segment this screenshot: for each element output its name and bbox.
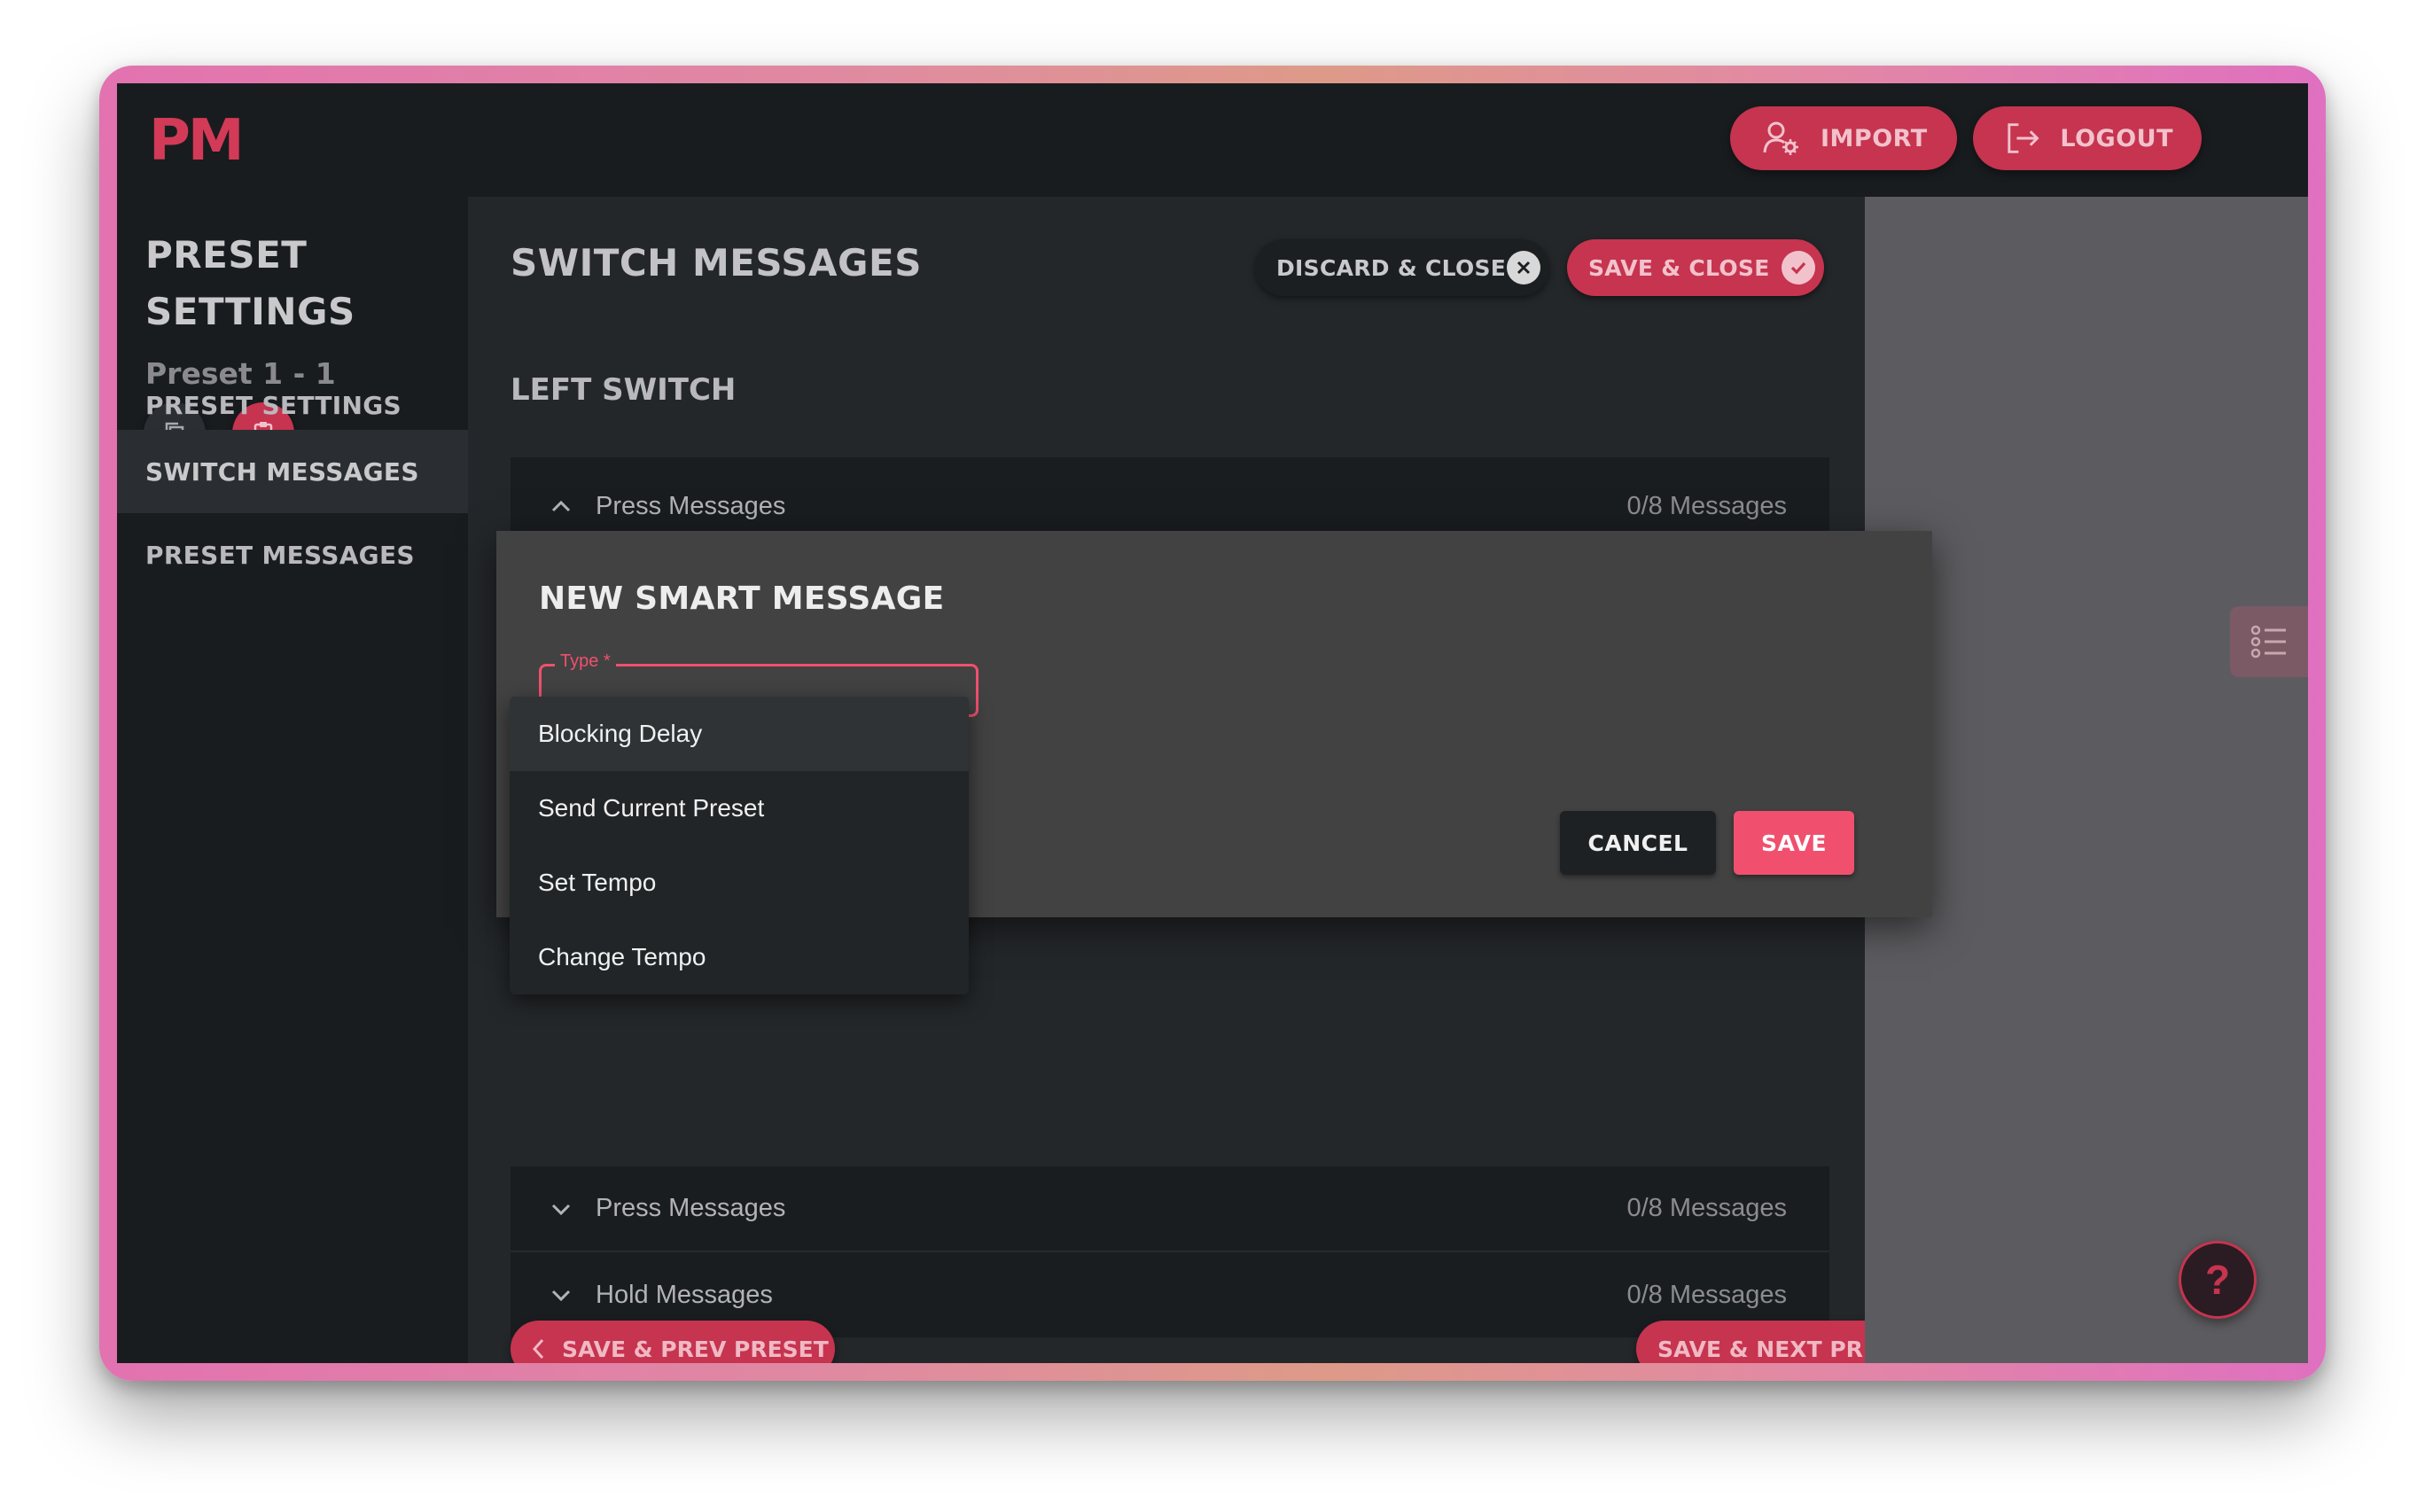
sidebar-title: PRESET SETTINGS: [145, 233, 355, 333]
user-settings-icon: [1763, 121, 1798, 155]
prev-label: SAVE & PREV PRESET: [562, 1336, 829, 1362]
right-hold-label: Hold Messages: [596, 1280, 773, 1309]
right-press-label: Press Messages: [596, 1194, 786, 1222]
top-bar: PM IMPORT LOGOUT: [117, 83, 2308, 197]
import-button[interactable]: IMPORT: [1730, 106, 1957, 170]
logout-icon: [2008, 123, 2039, 153]
menu-option-send-current-preset[interactable]: Send Current Preset: [510, 771, 969, 846]
menu-option-blocking-delay[interactable]: Blocking Delay: [510, 697, 969, 771]
chevron-down-icon: [550, 1197, 573, 1220]
right-hold-count: 0/8 Messages: [1626, 1280, 1787, 1309]
check-circle-icon: [1782, 251, 1815, 284]
help-button[interactable]: ?: [2179, 1241, 2257, 1319]
right-press-count: 0/8 Messages: [1626, 1194, 1787, 1222]
window-frame: PM IMPORT LOGOUT PRESET SETTINGS Preset …: [99, 66, 2326, 1381]
dialog-title: NEW SMART MESSAGE: [539, 581, 945, 617]
chevron-left-icon: [532, 1338, 544, 1360]
left-press-count: 0/8 Messages: [1626, 491, 1787, 520]
chevron-down-icon: [550, 1283, 573, 1306]
discard-label: DISCARD & CLOSE: [1276, 254, 1507, 281]
logout-button[interactable]: LOGOUT: [1973, 106, 2202, 170]
menu-option-set-tempo[interactable]: Set Tempo: [510, 846, 969, 920]
type-dropdown-menu: Blocking Delay Send Current Preset Set T…: [510, 697, 969, 994]
save-close-label: SAVE & CLOSE: [1588, 254, 1770, 281]
left-press-label: Press Messages: [596, 491, 786, 520]
close-circle-icon: [1507, 251, 1540, 284]
logout-label: LOGOUT: [2060, 124, 2173, 152]
help-icon: ?: [2204, 1257, 2231, 1303]
nav-preset-messages[interactable]: PRESET MESSAGES: [117, 513, 468, 596]
left-switch-title: LEFT SWITCH: [511, 372, 737, 408]
import-label: IMPORT: [1821, 124, 1928, 152]
menu-option-change-tempo[interactable]: Change Tempo: [510, 920, 969, 994]
type-label: Type *: [555, 651, 616, 672]
app-screen: PM IMPORT LOGOUT PRESET SETTINGS Preset …: [117, 83, 2308, 1363]
right-press-accordion[interactable]: Press Messages 0/8 Messages: [511, 1166, 1829, 1251]
cancel-button[interactable]: CANCEL: [1560, 811, 1716, 875]
discard-close-button[interactable]: DISCARD & CLOSE: [1255, 239, 1549, 296]
save-button[interactable]: SAVE: [1734, 811, 1854, 875]
page-title: SWITCH MESSAGES: [511, 241, 922, 284]
drawer-toggle[interactable]: [2230, 606, 2308, 677]
save-close-button[interactable]: SAVE & CLOSE: [1567, 239, 1824, 296]
app-logo: PM: [149, 108, 245, 174]
save-prev-preset-button[interactable]: SAVE & PREV PRESET: [511, 1321, 835, 1363]
nav-switch-messages[interactable]: SWITCH MESSAGES: [117, 430, 468, 513]
list-icon: [2250, 625, 2286, 659]
sidebar: PRESET SETTINGS Preset 1 - 1 PRESET SETT…: [117, 197, 468, 1363]
chevron-up-icon: [550, 495, 573, 518]
